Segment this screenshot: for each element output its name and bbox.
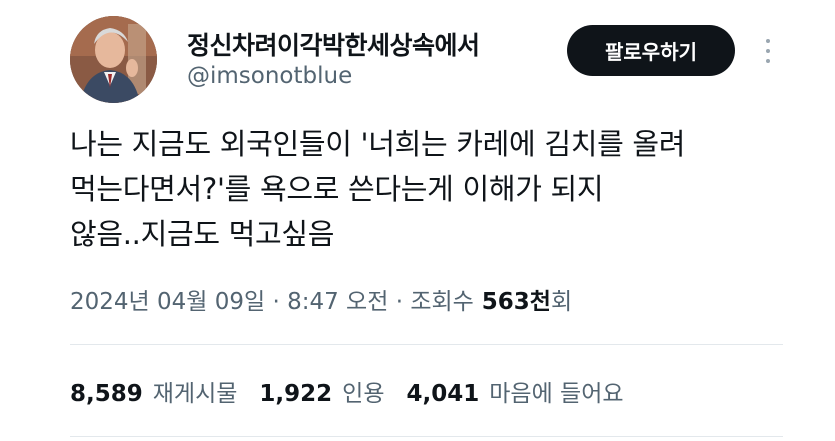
- retweets-stat[interactable]: 8,589 재게시물: [70, 374, 237, 408]
- tweet-text-line: 않음..지금도 먹고싶음: [70, 217, 335, 251]
- author-display-name[interactable]: 정신차려이각박한세상속에서: [187, 26, 480, 62]
- tweet-card: 정신차려이각박한세상속에서 @imsonotblue 팔로우하기 나는 지금도 …: [0, 0, 835, 441]
- divider: [70, 344, 783, 345]
- retweets-label: 재게시물: [152, 381, 238, 407]
- retweets-count: 8,589: [70, 381, 143, 407]
- tweet-text-line: 나는 지금도 외국인들이 '너희는 카레에 김치를 올려: [70, 127, 686, 161]
- follow-button[interactable]: 팔로우하기: [567, 25, 735, 76]
- likes-count: 4,041: [406, 381, 480, 407]
- likes-stat[interactable]: 4,041 마음에 들어요: [407, 374, 624, 408]
- avatar-image: [70, 16, 157, 103]
- likes-label: 마음에 들어요: [489, 381, 624, 407]
- views-count[interactable]: 563천: [482, 282, 551, 316]
- quotes-label: 인용: [342, 381, 385, 407]
- more-dot: [766, 39, 770, 43]
- more-dot: [766, 59, 770, 63]
- more-dot: [766, 49, 770, 53]
- quotes-count: 1,922: [259, 381, 333, 407]
- tweet-text-line: 먹는다면서?'를 욕으로 쓴다는게 이해가 되지: [70, 172, 604, 206]
- engagement-stats: 8,589 재게시물 1,922 인용 4,041 마음에 들어요: [70, 374, 646, 408]
- divider: [70, 436, 783, 437]
- author-handle[interactable]: @imsonotblue: [187, 63, 352, 89]
- avatar[interactable]: [70, 16, 157, 103]
- views-suffix: 회: [550, 289, 573, 315]
- more-options-icon[interactable]: [756, 28, 780, 74]
- quotes-stat[interactable]: 1,922 인용: [259, 374, 384, 408]
- tweet-text: 나는 지금도 외국인들이 '너희는 카레에 김치를 올려 먹는다면서?'를 욕으…: [70, 122, 810, 257]
- tweet-timestamp[interactable]: 2024년 04월 09일 · 8:47 오전 · 조회수: [70, 282, 474, 316]
- tweet-meta: 2024년 04월 09일 · 8:47 오전 · 조회수 563천 회: [70, 282, 572, 316]
